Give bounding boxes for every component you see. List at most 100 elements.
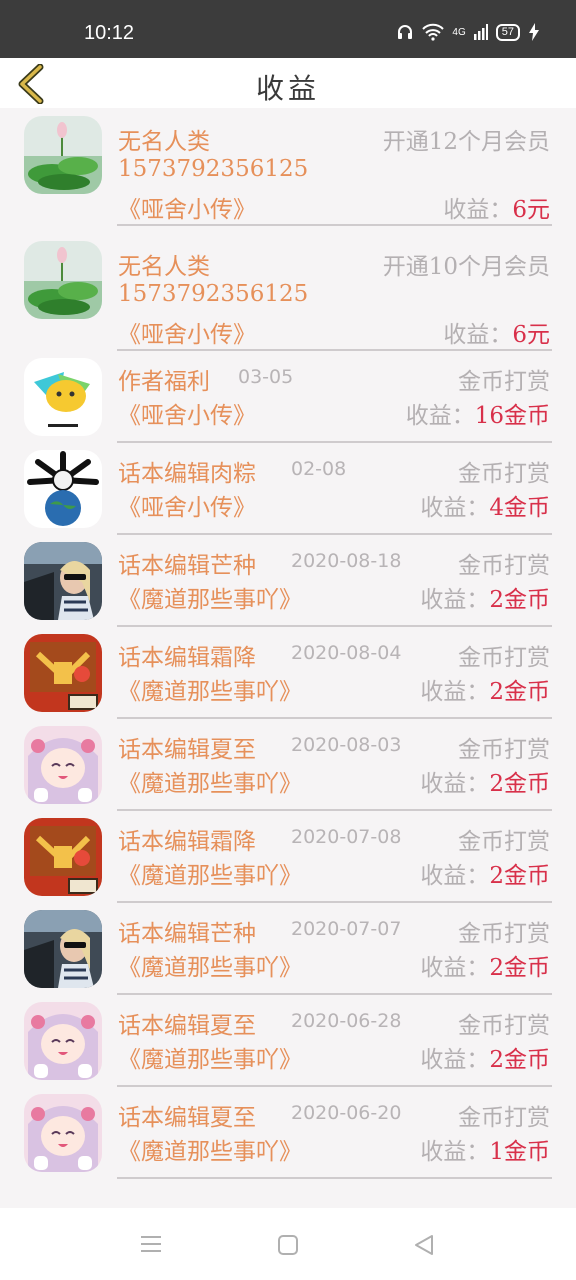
list-item[interactable]: 话本编辑霜降 2020-08-04 金币打赏《魔道那些事吖》 收益：2金币 [0,627,576,719]
income-amount: 收益：2金币 [420,764,550,798]
income-amount: 收益：2金币 [420,672,550,706]
income-value: 1金币 [489,1139,550,1165]
list-item[interactable]: 无名人类 开通10个月会员 1573792356125 《哑舍小传》 收益：6元 [0,226,576,351]
list-item[interactable]: 话本编辑芒种 2020-07-07 金币打赏 《魔道那些事吖》 收益：2金币 [0,903,576,995]
income-amount: 收益：2金币 [420,856,550,890]
user-name: 无名人类 [118,129,210,155]
earth-avatar-icon [24,450,102,528]
income-date: 2020-06-28 [291,1010,402,1032]
menu-icon[interactable] [140,1234,162,1254]
income-date: 2020-07-08 [291,826,402,848]
chat-avatar-icon [24,358,102,436]
income-label: 收益： [443,197,513,223]
income-value: 2金币 [489,863,550,889]
income-label: 收益： [420,771,490,797]
anime-avatar-icon [24,1094,102,1172]
home-icon[interactable] [277,1234,299,1256]
list-item[interactable]: 话本编辑夏至 2020-06-20 金币打赏 《魔道那些事吖》 收益：1金币 [0,1087,576,1179]
income-list[interactable]: 无名人类 开通12个月会员 1573792356125 《哑舍小传》 收益：6元… [0,108,576,1208]
income-value: 2金币 [489,679,550,705]
list-item[interactable]: 话本编辑芒种 2020-08-18 金币打赏 《魔道那些事吖》 收益：2金币 [0,535,576,627]
user-name: 话本编辑夏至 [118,1013,256,1039]
list-item[interactable]: 无名人类 开通12个月会员 1573792356125 《哑舍小传》 收益：6元 [0,108,576,226]
income-type: 金币打赏 [458,829,550,855]
list-item[interactable]: 话本编辑肉粽 02-08 金币打赏《哑舍小传》 收益：4金币 [0,443,576,535]
avatar [24,1002,102,1080]
book-title: 《魔道那些事吖》 [118,587,302,613]
avatar [24,450,102,528]
back-nav-icon[interactable] [412,1233,436,1257]
avatar [24,726,102,804]
headphone-icon [398,25,413,39]
income-label: 收益： [420,1139,490,1165]
list-item[interactable]: 话本编辑霜降 2020-07-08 金币打赏《魔道那些事吖》 收益：2金币 [0,811,576,903]
income-type: 金币打赏 [458,921,550,947]
avatar [24,116,102,194]
avatar [24,358,102,436]
income-amount: 收益：2金币 [420,948,550,982]
income-type: 开通10个月会员 [382,254,550,280]
income-type: 金币打赏 [458,461,550,487]
income-type: 金币打赏 [458,1013,550,1039]
avatar [24,241,102,319]
user-name: 话本编辑夏至 [118,737,256,763]
income-amount: 收益：16金币 [406,396,550,430]
income-label: 收益： [443,322,513,348]
system-nav-bar [0,1208,576,1280]
income-type: 金币打赏 [458,737,550,763]
income-date: 02-08 [291,458,347,480]
list-item[interactable]: 话本编辑夏至 2020-06-28 金币打赏 《魔道那些事吖》 收益：2金币 [0,995,576,1087]
income-type: 金币打赏 [458,645,550,671]
person-avatar-icon [24,542,102,620]
list-item[interactable]: 话本编辑夏至 2020-08-03 金币打赏《魔道那些事吖》 收益：2金币 [0,719,576,811]
anime-avatar-icon [24,1002,102,1080]
income-date: 2020-08-03 [291,734,402,756]
book-title: 《魔道那些事吖》 [118,1047,302,1073]
user-name: 话本编辑芒种 [118,553,256,579]
status-bar: 10:12 4G 57 [0,0,576,58]
income-value: 16金币 [474,403,550,429]
income-type: 金币打赏 [458,553,550,579]
book-title: 《哑舍小传》 [118,197,256,223]
user-phone: 1573792356125 [118,281,309,307]
coin-list: 作者福利 03-05 金币打赏 《哑舍小传》 收益：16金币话本编辑肉粽 02-08 金币打… [0,351,576,1179]
user-name: 作者福利 [118,369,210,395]
income-label: 收益： [420,1047,490,1073]
income-label: 收益： [420,863,490,889]
book-title: 《魔道那些事吖》 [118,863,302,889]
income-value: 6元 [512,197,550,223]
avatar [24,910,102,988]
gift-avatar-icon [24,634,102,712]
lotus-avatar-icon [24,116,102,194]
charging-icon [529,23,539,41]
network-type: 4G [452,26,466,38]
income-value: 4金币 [489,495,550,521]
income-type: 金币打赏 [458,369,550,395]
income-date: 2020-08-04 [291,642,402,664]
income-label: 收益： [420,495,490,521]
book-title: 《魔道那些事吖》 [118,771,302,797]
book-title: 《魔道那些事吖》 [118,955,302,981]
income-amount: 收益：4金币 [420,488,550,522]
lotus-avatar-icon [24,241,102,319]
book-title: 《魔道那些事吖》 [118,679,302,705]
income-date: 2020-06-20 [291,1102,402,1124]
user-name: 话本编辑霜降 [118,829,256,855]
gift-avatar-icon [24,818,102,896]
book-title: 《魔道那些事吖》 [118,1139,302,1165]
book-title: 《哑舍小传》 [118,495,256,521]
income-value: 2金币 [489,771,550,797]
income-amount: 收益：6元 [443,190,550,224]
user-name: 话本编辑霜降 [118,645,256,671]
income-value: 2金币 [489,955,550,981]
page-title: 收益 [255,72,320,105]
person-avatar-icon [24,910,102,988]
user-name: 话本编辑肉粽 [118,461,256,487]
income-label: 收益： [420,955,490,981]
income-date: 2020-08-18 [291,550,402,572]
income-value: 6元 [512,322,550,348]
battery-indicator: 57 [495,23,520,41]
list-item[interactable]: 作者福利 03-05 金币打赏 《哑舍小传》 收益：16金币 [0,351,576,443]
income-label: 收益： [420,587,490,613]
income-type: 开通12个月会员 [382,129,550,155]
